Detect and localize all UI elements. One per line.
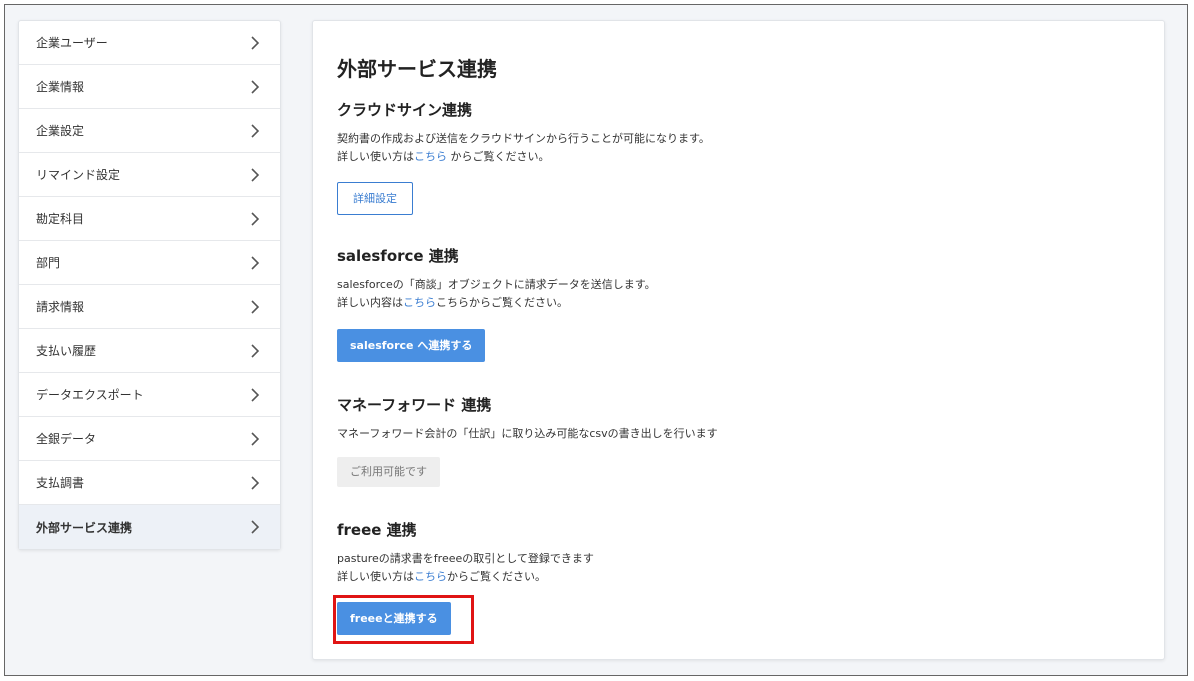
sidebar-item-company-info[interactable]: 企業情報 (19, 65, 280, 109)
section-title: freee 連携 (337, 521, 417, 539)
sidebar-item-label: 勘定科目 (36, 212, 85, 226)
chevron-right-icon (251, 255, 260, 270)
sidebar-item-label: 企業設定 (36, 124, 85, 138)
chevron-right-icon (251, 387, 260, 402)
chevron-right-icon (251, 343, 260, 358)
description-text: 詳しい使い方は (337, 570, 414, 583)
sidebar-item-label: 請求情報 (36, 300, 85, 314)
section-description-link-line: 詳しい使い方はこちらからご覧ください。 (337, 568, 1137, 586)
sidebar-item-label: 支払調書 (36, 476, 85, 490)
sidebar-item-company-users[interactable]: 企業ユーザー (19, 21, 280, 65)
sidebar-item-label: データエクスポート (36, 388, 144, 402)
sidebar-item-label: 企業情報 (36, 80, 85, 94)
sidebar-item-label: 外部サービス連携 (36, 520, 133, 535)
sidebar-item-company-settings[interactable]: 企業設定 (19, 109, 280, 153)
external-services-panel: 外部サービス連携 クラウドサイン連携 契約書の作成および送信をクラウドサインから… (312, 20, 1165, 660)
sidebar-item-account-titles[interactable]: 勘定科目 (19, 197, 280, 241)
freee-connect-button[interactable]: freeeと連携する (337, 602, 451, 635)
chevron-right-icon (251, 520, 260, 534)
chevron-right-icon (251, 475, 260, 490)
description-text: 詳しい内容は (337, 296, 403, 309)
moneyforward-available-button: ご利用可能です (337, 457, 440, 487)
cloudsign-help-link[interactable]: こちら (414, 150, 447, 163)
sidebar-item-reminder-settings[interactable]: リマインド設定 (19, 153, 280, 197)
sidebar-item-label: 企業ユーザー (36, 36, 108, 50)
cloudsign-section: クラウドサイン連携 契約書の作成および送信をクラウドサインから行うことが可能にな… (337, 99, 1137, 215)
sidebar-item-label: 支払い履歴 (36, 344, 97, 358)
salesforce-connect-button[interactable]: salesforce へ連携する (337, 329, 486, 362)
chevron-right-icon (251, 79, 260, 94)
chevron-right-icon (251, 299, 260, 314)
chevron-right-icon (251, 211, 260, 226)
chevron-right-icon (251, 123, 260, 138)
section-description: 契約書の作成および送信をクラウドサインから行うことが可能になります。 (337, 132, 710, 145)
settings-sidebar: 企業ユーザー 企業情報 企業設定 リマインド設定 勘定科目 部門 請求情報 支払… (18, 20, 281, 550)
salesforce-section: salesforce 連携 salesforceの「商談」オブジェクトに請求デー… (337, 245, 1137, 362)
section-description: マネーフォワード会計の「仕訳」に取り込み可能なcsvの書き出しを行います (337, 427, 718, 440)
sidebar-item-departments[interactable]: 部門 (19, 241, 280, 285)
sidebar-item-data-export[interactable]: データエクスポート (19, 373, 280, 417)
section-title: salesforce 連携 (337, 247, 459, 265)
section-title: マネーフォワード 連携 (337, 396, 492, 414)
moneyforward-section: マネーフォワード 連携 マネーフォワード会計の「仕訳」に取り込み可能なcsvの書… (337, 394, 1137, 487)
description-text: 詳しい使い方は (337, 150, 414, 163)
section-description-link-line: 詳しい使い方はこちら からご覧ください。 (337, 148, 1137, 166)
sidebar-item-payment-reports[interactable]: 支払調書 (19, 461, 280, 505)
chevron-right-icon (251, 35, 260, 50)
section-description-link-line: 詳しい内容はこちらこちらからご覧ください。 (337, 294, 1137, 312)
sidebar-item-label: 全銀データ (36, 432, 97, 446)
chevron-right-icon (251, 167, 260, 182)
section-description: pastureの請求書をfreeeの取引として登録できます (337, 552, 594, 565)
page-title: 外部サービス連携 (337, 57, 497, 81)
description-text: こちらからご覧ください。 (436, 296, 568, 309)
section-description: salesforceの「商談」オブジェクトに請求データを送信します。 (337, 278, 656, 291)
sidebar-item-billing-info[interactable]: 請求情報 (19, 285, 280, 329)
sidebar-item-external-services[interactable]: 外部サービス連携 (19, 505, 280, 549)
description-text: からご覧ください。 (447, 150, 550, 163)
freee-help-link[interactable]: こちら (414, 570, 447, 583)
description-text: からご覧ください。 (447, 570, 546, 583)
cloudsign-settings-button[interactable]: 詳細設定 (337, 182, 413, 215)
section-title: クラウドサイン連携 (337, 101, 473, 119)
sidebar-item-label: リマインド設定 (36, 168, 121, 182)
sidebar-item-zengin-data[interactable]: 全銀データ (19, 417, 280, 461)
freee-section: freee 連携 pastureの請求書をfreeeの取引として登録できます 詳… (337, 519, 1137, 635)
salesforce-help-link[interactable]: こちら (403, 296, 436, 309)
sidebar-item-payment-history[interactable]: 支払い履歴 (19, 329, 280, 373)
sidebar-item-label: 部門 (36, 256, 61, 270)
chevron-right-icon (251, 431, 260, 446)
